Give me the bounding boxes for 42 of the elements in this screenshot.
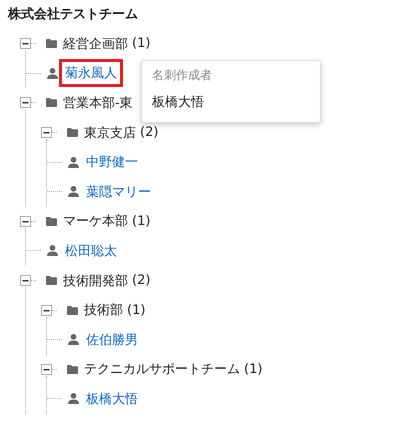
member-link[interactable]: 板橋大悟 (80, 384, 144, 413)
item-count: (1) (132, 214, 150, 229)
folder-icon (46, 216, 57, 226)
item-count: (2) (140, 125, 158, 140)
collapse-icon[interactable] (20, 275, 31, 286)
tooltip-value: 板橋大悟 (152, 94, 204, 111)
collapse-icon[interactable] (20, 216, 31, 227)
folder-label[interactable]: 営業本部-東 (63, 94, 133, 112)
person-icon (68, 186, 79, 198)
person-icon (47, 68, 58, 79)
folder-label[interactable]: 技術部 (84, 301, 123, 320)
item-count: (1) (127, 302, 146, 318)
folder-icon (67, 306, 78, 315)
folder-icon (46, 39, 57, 48)
collapse-icon[interactable] (41, 364, 52, 375)
member-link[interactable]: 松田聡太 (59, 236, 123, 265)
folder-label[interactable]: 技術開発部 (63, 272, 128, 290)
collapse-icon[interactable] (20, 97, 31, 108)
tooltip-label: 名刺作成者 (152, 67, 212, 84)
organization-title: 株式会社テストチーム (8, 6, 138, 23)
folder-icon (46, 98, 57, 108)
member-link[interactable]: 中野健一 (80, 148, 144, 176)
folder-label[interactable]: 経営企画部 (63, 34, 128, 53)
person-icon (68, 156, 79, 168)
collapse-icon[interactable] (41, 127, 52, 138)
folder-icon (67, 364, 78, 374)
folder-icon (46, 276, 57, 286)
person-icon (68, 393, 79, 404)
person-icon (68, 334, 79, 346)
collapse-icon[interactable] (20, 38, 31, 50)
folder-label[interactable]: 東京支店 (84, 124, 136, 142)
member-link[interactable]: 佐伯勝男 (80, 326, 144, 354)
person-icon (47, 245, 58, 256)
collapse-icon[interactable] (41, 304, 52, 316)
folder-icon (67, 128, 78, 138)
item-count: (1) (132, 36, 150, 52)
folder-label[interactable]: マーケ本部 (63, 212, 128, 230)
folder-label[interactable]: テクニカルサポートチーム (84, 360, 240, 378)
item-count: (2) (132, 273, 150, 288)
member-link[interactable]: 菊永風人 (59, 59, 123, 88)
member-link[interactable]: 葉隠マリー (80, 178, 157, 206)
item-count: (1) (244, 362, 262, 377)
